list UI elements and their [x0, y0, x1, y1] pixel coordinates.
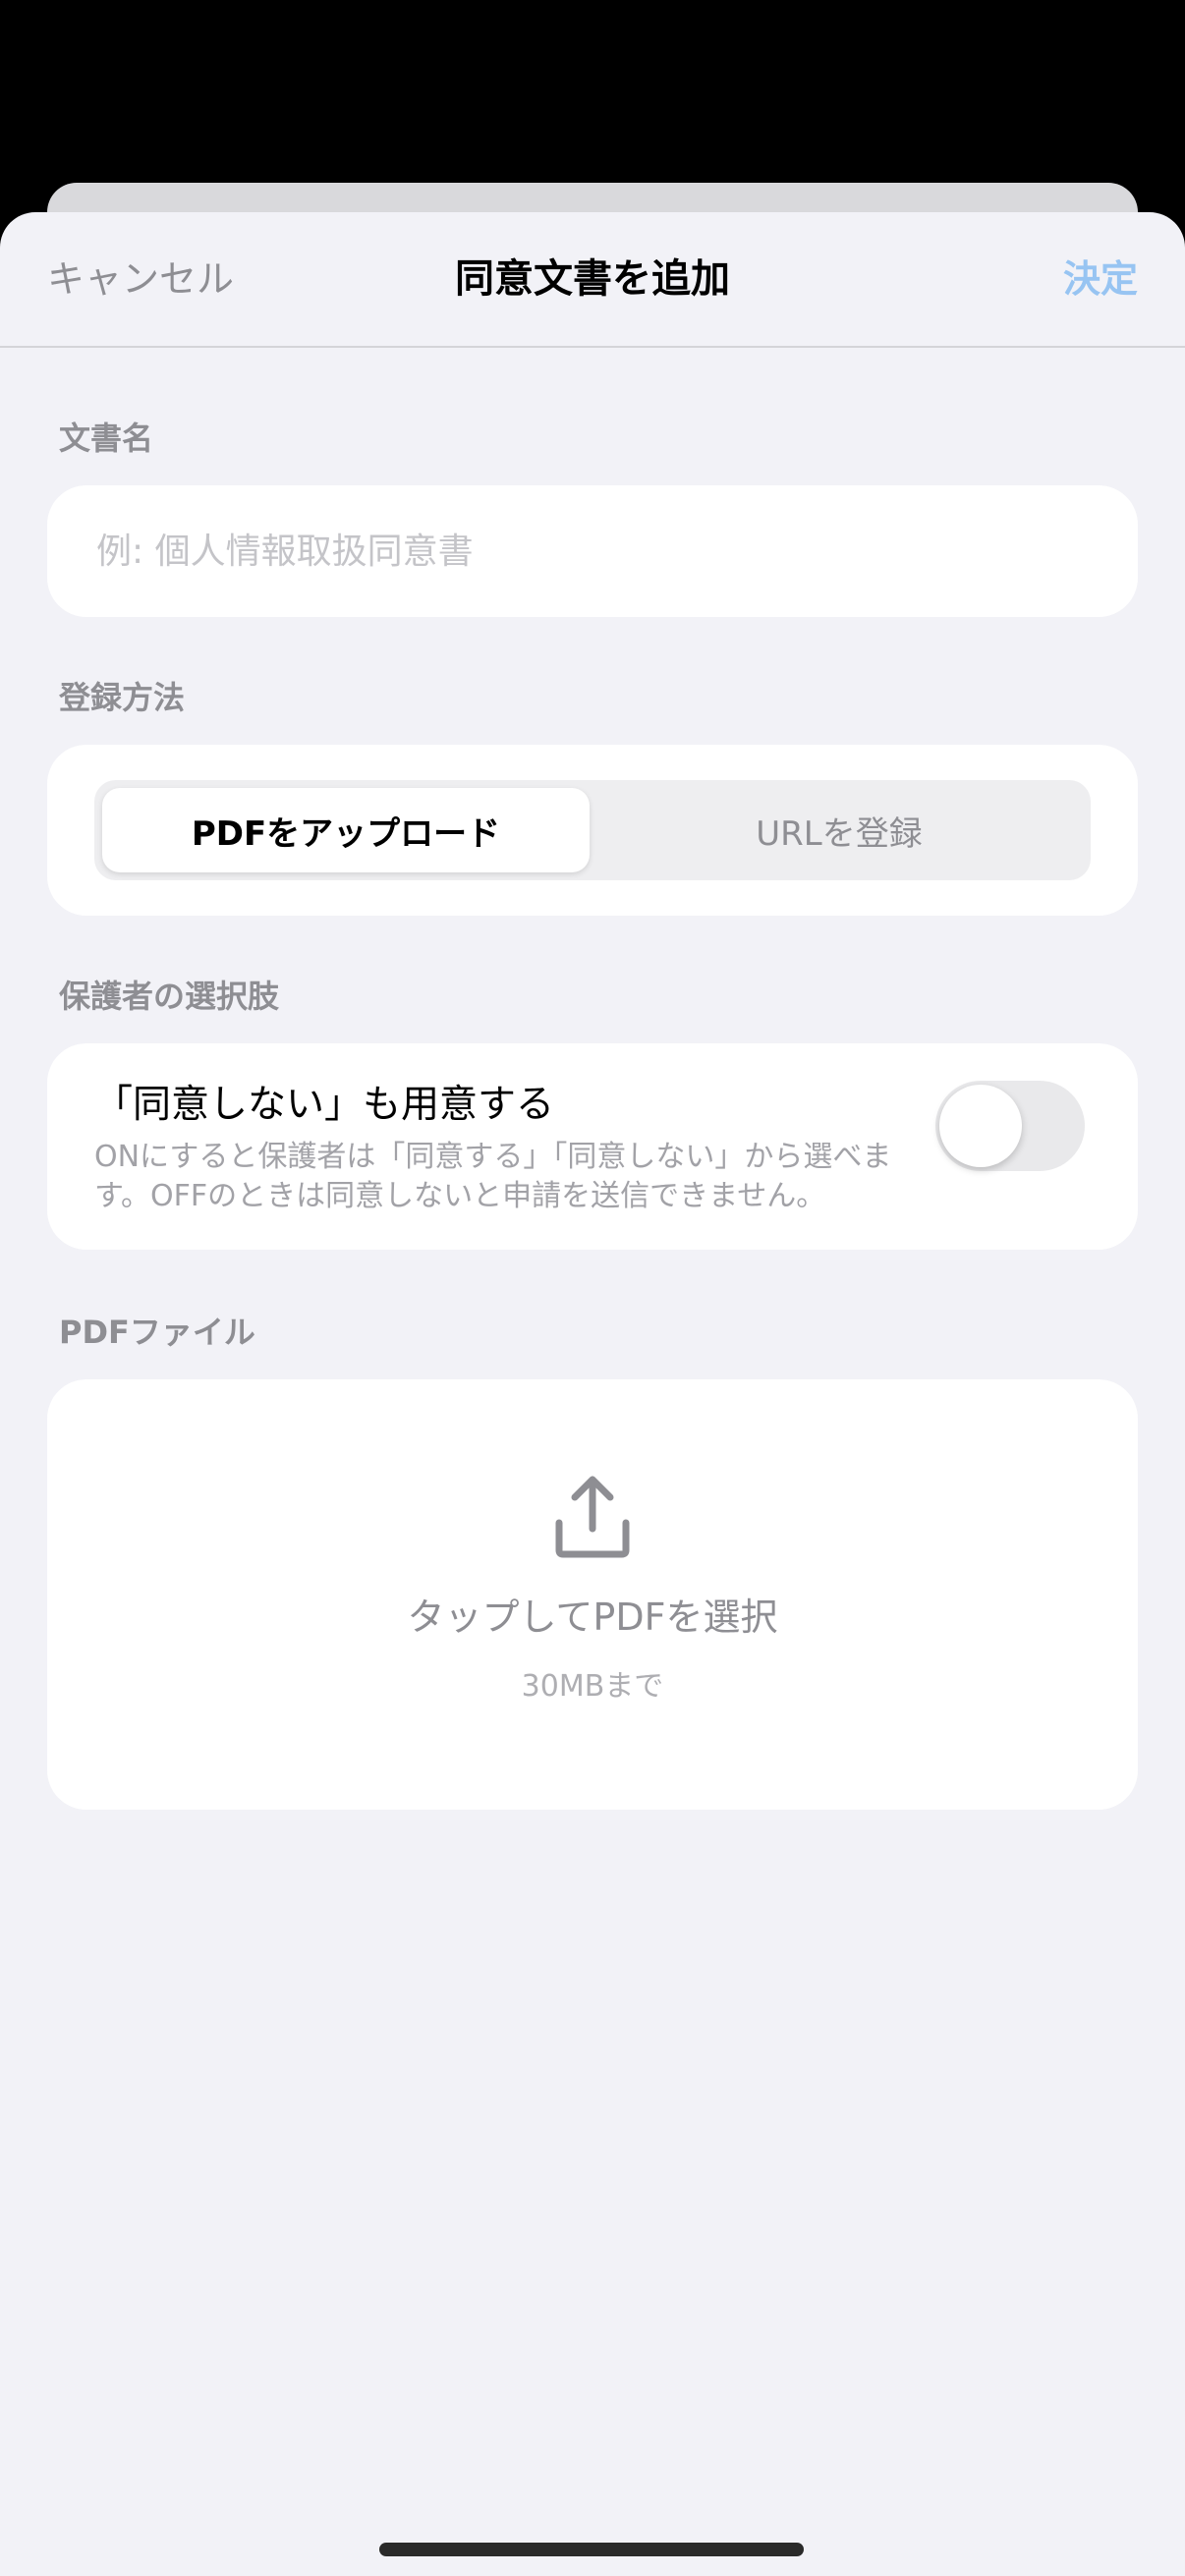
screen: キャンセル 同意文書を追加 決定 文書名 登録方法 PDFをアップロード URL…	[0, 0, 1185, 2576]
pdf-file-section-label: PDFファイル	[59, 1314, 255, 1351]
disagree-option-toggle[interactable]	[935, 1081, 1085, 1171]
upload-tap-label: タップしてPDFを選択	[407, 1596, 778, 1639]
segment-register-url[interactable]: URLを登録	[595, 788, 1083, 872]
guardian-choice-section-label: 保護者の選択肢	[59, 978, 280, 1015]
upload-icon	[555, 1476, 630, 1558]
upload-size-limit: 30MBまで	[521, 1669, 664, 1704]
segment-upload-pdf[interactable]: PDFをアップロード	[102, 788, 590, 872]
registration-method-card: PDFをアップロード URLを登録	[47, 745, 1138, 916]
disagree-option-label: 「同意しない」も用意する	[94, 1083, 555, 1127]
navigation-bar: キャンセル 同意文書を追加 決定	[0, 212, 1185, 348]
registration-method-section-label: 登録方法	[59, 679, 186, 716]
registration-method-segmented-control: PDFをアップロード URLを登録	[94, 780, 1091, 880]
home-indicator	[379, 2543, 804, 2556]
toggle-knob	[939, 1085, 1022, 1167]
done-button[interactable]: 決定	[1063, 248, 1138, 310]
document-name-section-label: 文書名	[59, 420, 154, 457]
modal-sheet: キャンセル 同意文書を追加 決定 文書名 登録方法 PDFをアップロード URL…	[0, 212, 1185, 2576]
guardian-choice-card: 「同意しない」も用意する ONにすると保護者は「同意する」「同意しない」から選べ…	[47, 1043, 1138, 1250]
document-name-card	[47, 485, 1138, 617]
page-title: 同意文書を追加	[455, 256, 730, 302]
pdf-upload-area[interactable]: タップしてPDFを選択 30MBまで	[47, 1379, 1138, 1810]
disagree-option-description: ONにすると保護者は「同意する」「同意しない」から選べます。OFFのときは同意し…	[94, 1140, 892, 1213]
document-name-input[interactable]	[94, 485, 1091, 617]
